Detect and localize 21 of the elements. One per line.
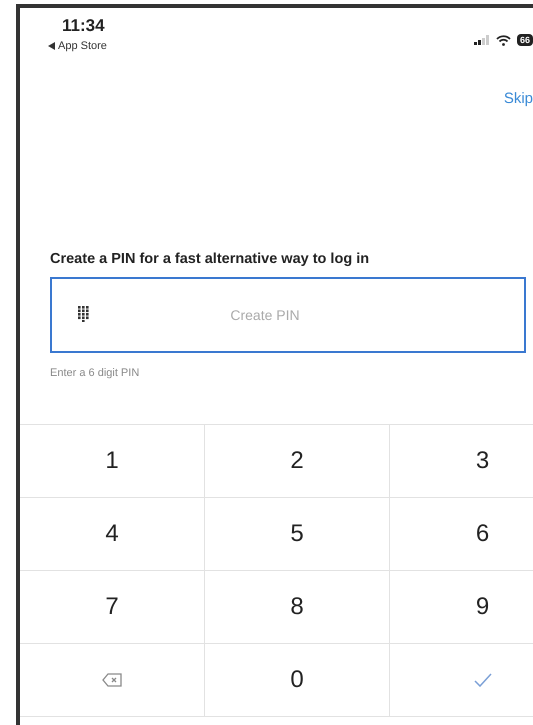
digit-key[interactable]: 2: [205, 425, 390, 498]
status-time: 11:34: [61, 16, 106, 36]
backspace-key[interactable]: [20, 644, 205, 717]
signal-icon: [474, 35, 490, 45]
wifi-icon: [496, 34, 511, 46]
digit-key[interactable]: 7: [20, 571, 205, 644]
battery-indicator: 66: [516, 34, 533, 46]
digit-key[interactable]: 0: [205, 644, 390, 717]
checkmark-icon: [472, 672, 492, 688]
back-to-app-link[interactable]: App Store: [48, 40, 107, 52]
keypad-icon: [78, 306, 89, 322]
back-triangle-icon: [48, 42, 55, 50]
heading: Create a PIN for a fast alternative way to log in: [50, 251, 370, 267]
digit-key[interactable]: 8: [205, 571, 390, 644]
digit-key[interactable]: 5: [205, 498, 390, 571]
pin-hint: Enter a 6 digit PIN: [50, 367, 140, 379]
digit-key[interactable]: 1: [20, 425, 205, 498]
skip-button[interactable]: Skip: [500, 90, 533, 107]
pin-input-field[interactable]: Create PIN: [50, 277, 526, 353]
backspace-icon: [102, 673, 122, 687]
digit-key[interactable]: 4: [20, 498, 205, 571]
